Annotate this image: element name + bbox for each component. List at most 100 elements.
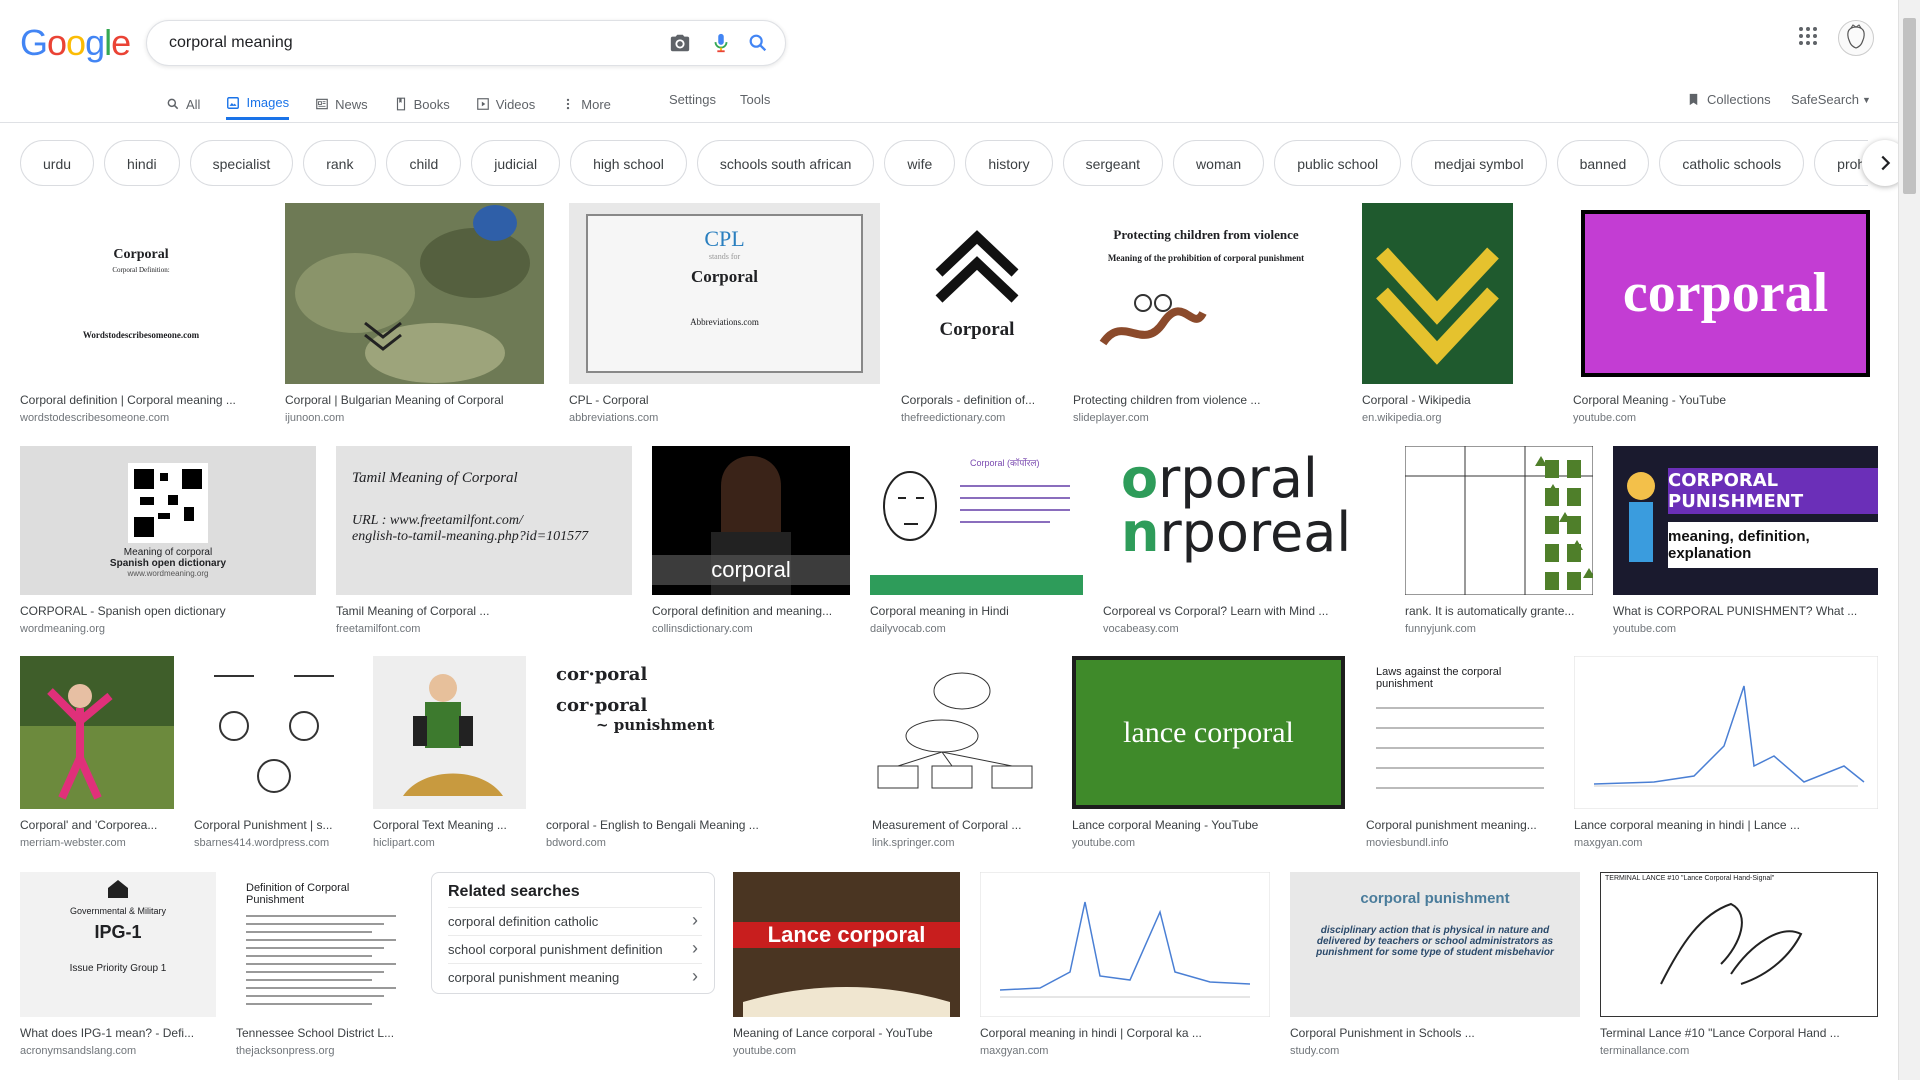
- result-title[interactable]: Meaning of Lance corporal - YouTube: [733, 1026, 960, 1040]
- filter-chip[interactable]: catholic schools: [1659, 140, 1805, 186]
- result-title[interactable]: Corporal - Wikipedia: [1362, 393, 1513, 407]
- image-thumbnail[interactable]: Laws against the corporal punishment: [1366, 656, 1554, 809]
- image-thumbnail[interactable]: [1362, 203, 1513, 384]
- image-result-card[interactable]: Lance corporal meaning in hindi | Lance …: [1574, 656, 1878, 849]
- image-thumbnail[interactable]: Meaning of corporal Spanish open diction…: [20, 446, 316, 595]
- image-thumbnail[interactable]: CPL stands for Corporal Abbreviations.co…: [569, 203, 880, 384]
- image-thumbnail[interactable]: Protecting children from violence Meanin…: [1073, 203, 1339, 384]
- result-title[interactable]: Corporal' and 'Corporea...: [20, 818, 174, 832]
- result-title[interactable]: Corporal Meaning - YouTube: [1573, 393, 1878, 407]
- image-thumbnail[interactable]: Lance corporal: [733, 872, 960, 1017]
- collections-link[interactable]: Collections: [1686, 92, 1771, 107]
- related-search-item[interactable]: corporal definition catholic ›: [448, 907, 702, 935]
- image-thumbnail[interactable]: o rporal n rporeal: [1103, 446, 1383, 595]
- image-result-card[interactable]: Corporal | Bulgarian Meaning of Corporal…: [285, 203, 544, 424]
- result-title[interactable]: Lance corporal Meaning - YouTube: [1072, 818, 1345, 832]
- result-title[interactable]: Lance corporal meaning in hindi | Lance …: [1574, 818, 1878, 832]
- result-title[interactable]: Corporal Punishment | s...: [194, 818, 353, 832]
- result-title[interactable]: Tennessee School District L...: [236, 1026, 412, 1040]
- tools-link[interactable]: Tools: [740, 92, 770, 107]
- result-title[interactable]: Corporal meaning in Hindi: [870, 604, 1083, 618]
- result-title[interactable]: Corporal Punishment in Schools ...: [1290, 1026, 1580, 1040]
- image-result-card[interactable]: corporal Corporal definition and meaning.…: [652, 446, 850, 635]
- filter-chip[interactable]: hindi: [104, 140, 180, 186]
- result-title[interactable]: Corporal punishment meaning...: [1366, 818, 1554, 832]
- image-result-card[interactable]: Laws against the corporal punishment Corp…: [1366, 656, 1554, 849]
- filter-chip[interactable]: woman: [1173, 140, 1265, 186]
- scrollbar-thumb[interactable]: [1903, 18, 1916, 194]
- filter-chip[interactable]: history: [965, 140, 1053, 186]
- image-result-card[interactable]: CORPORAL PUNISHMENT meaning, definition,…: [1613, 446, 1878, 635]
- google-logo[interactable]: Google: [20, 22, 131, 64]
- image-thumbnail[interactable]: cor·poral cor·poral ~ punishment: [546, 656, 852, 809]
- settings-link[interactable]: Settings: [669, 92, 716, 107]
- image-result-card[interactable]: lance corporal Lance corporal Meaning - Y…: [1072, 656, 1345, 849]
- image-result-card[interactable]: o rporal n rporeal Corporeal vs Corporal? Le…: [1103, 446, 1383, 635]
- scrollbar[interactable]: [1898, 0, 1920, 1080]
- image-thumbnail[interactable]: [1405, 446, 1593, 595]
- result-title[interactable]: corporal - English to Bengali Meaning ..…: [546, 818, 852, 832]
- image-result-card[interactable]: cor·poral cor·poral ~ punishment corporal…: [546, 656, 852, 849]
- filter-chip[interactable]: high school: [570, 140, 687, 186]
- image-thumbnail[interactable]: corporal punishment disciplinary action …: [1290, 872, 1580, 1017]
- result-title[interactable]: Protecting children from violence ...: [1073, 393, 1339, 407]
- image-thumbnail[interactable]: [194, 656, 353, 809]
- related-search-item[interactable]: school corporal punishment definition ›: [448, 935, 702, 963]
- result-title[interactable]: Measurement of Corporal ...: [872, 818, 1052, 832]
- image-thumbnail[interactable]: lance corporal: [1072, 656, 1345, 809]
- image-result-card[interactable]: Corporal (कॉर्पोरल) Corporal meaning in H…: [870, 446, 1083, 635]
- result-title[interactable]: What does IPG-1 mean? - Defi...: [20, 1026, 216, 1040]
- account-avatar[interactable]: [1838, 20, 1874, 56]
- result-title[interactable]: Corporal Text Meaning ...: [373, 818, 526, 832]
- image-thumbnail[interactable]: [285, 203, 544, 384]
- image-thumbnail[interactable]: Tamil Meaning of Corporal URL : www.free…: [336, 446, 632, 595]
- image-thumbnail[interactable]: Corporal Corporal Definition: Wordstodes…: [20, 203, 262, 384]
- image-result-card[interactable]: Governmental & Military IPG-1 Issue Prio…: [20, 872, 216, 1057]
- image-result-card[interactable]: Protecting children from violence Meanin…: [1073, 203, 1339, 424]
- filter-chip[interactable]: sergeant: [1062, 140, 1164, 186]
- result-title[interactable]: Terminal Lance #10 "Lance Corporal Hand …: [1600, 1026, 1878, 1040]
- tab-news[interactable]: News: [315, 88, 368, 120]
- image-thumbnail[interactable]: [1574, 656, 1878, 809]
- result-title[interactable]: Corporal | Bulgarian Meaning of Corporal: [285, 393, 544, 407]
- tab-all[interactable]: All: [166, 88, 200, 120]
- image-result-card[interactable]: TERMINAL LANCE #10 "Lance Corporal Hand-…: [1600, 872, 1878, 1057]
- image-result-card[interactable]: Measurement of Corporal ... link.springer…: [872, 656, 1052, 849]
- apps-grid-icon[interactable]: [1796, 24, 1820, 48]
- image-thumbnail[interactable]: Governmental & Military IPG-1 Issue Prio…: [20, 872, 216, 1017]
- image-thumbnail[interactable]: [980, 872, 1270, 1017]
- image-result-card[interactable]: CPL stands for Corporal Abbreviations.co…: [569, 203, 880, 424]
- search-box[interactable]: [146, 20, 786, 66]
- image-thumbnail[interactable]: Corporal: [901, 203, 1053, 384]
- search-icon[interactable]: [747, 32, 769, 54]
- related-search-item[interactable]: corporal punishment meaning ›: [448, 963, 702, 991]
- image-result-card[interactable]: Lance corporal Meaning of Lance corporal …: [733, 872, 960, 1057]
- image-result-card[interactable]: corporal Corporal Meaning - YouTube youtub…: [1573, 203, 1878, 424]
- tab-videos[interactable]: Videos: [476, 88, 535, 120]
- result-title[interactable]: Corporal meaning in hindi | Corporal ka …: [980, 1026, 1270, 1040]
- image-thumbnail[interactable]: Corporal (कॉर्पोरल): [870, 446, 1083, 595]
- search-input[interactable]: [167, 29, 641, 57]
- filter-chip[interactable]: public school: [1274, 140, 1402, 186]
- filter-chip[interactable]: prohibition: [1814, 140, 1868, 186]
- tab-images[interactable]: Images: [226, 88, 290, 120]
- image-result-card[interactable]: Definition of Corporal Punishment Tenness…: [236, 872, 412, 1057]
- image-result-card[interactable]: corporal punishment disciplinary action …: [1290, 872, 1580, 1057]
- result-title[interactable]: Tamil Meaning of Corporal ...: [336, 604, 632, 618]
- image-thumbnail[interactable]: corporal: [652, 446, 850, 595]
- result-title[interactable]: Corporal definition | Corporal meaning .…: [20, 393, 262, 407]
- filter-chip[interactable]: rank: [303, 140, 377, 186]
- tab-books[interactable]: Books: [394, 88, 450, 120]
- image-result-card[interactable]: Corporal Text Meaning ... hiclipart.com: [373, 656, 526, 849]
- result-title[interactable]: CORPORAL - Spanish open dictionary: [20, 604, 316, 618]
- result-title[interactable]: rank. It is automatically grante...: [1405, 604, 1593, 618]
- result-title[interactable]: Corporal definition and meaning...: [652, 604, 850, 618]
- filter-chip[interactable]: urdu: [20, 140, 95, 186]
- image-result-card[interactable]: Corporal meaning in hindi | Corporal ka …: [980, 872, 1270, 1057]
- filter-chip[interactable]: judicial: [471, 140, 561, 186]
- filter-chip[interactable]: banned: [1556, 140, 1650, 186]
- result-title[interactable]: Corporeal vs Corporal? Learn with Mind .…: [1103, 604, 1383, 618]
- result-title[interactable]: Corporals - definition of...: [901, 393, 1053, 407]
- result-title[interactable]: What is CORPORAL PUNISHMENT? What ...: [1613, 604, 1878, 618]
- image-result-card[interactable]: Corporal Punishment | s... sbarnes414.wor…: [194, 656, 353, 849]
